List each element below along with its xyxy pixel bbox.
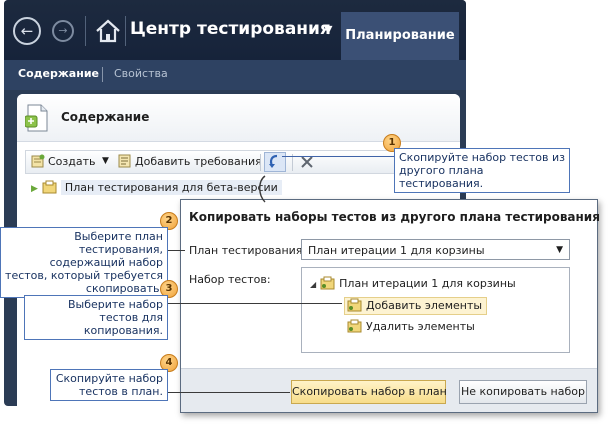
test-suites-tree[interactable]: ◢ План итерации 1 для корзины Добавить э… [301, 267, 570, 353]
app-title[interactable]: Центр тестирования [130, 19, 331, 39]
subtab-properties[interactable]: Свойства [114, 67, 168, 80]
new-item-icon [31, 154, 45, 168]
chevron-down-icon[interactable]: ▼ [324, 23, 332, 36]
test-plan-label: План тестирования: [189, 244, 307, 257]
callout-leader [282, 156, 394, 157]
suite-tree-root-label: План итерации 1 для корзины [339, 277, 516, 290]
copy-suites-dialog: Копировать наборы тестов из другого план… [180, 199, 600, 413]
callout-leader [168, 303, 342, 304]
create-label: Создать [48, 155, 96, 168]
test-plan-label: План тестирования для бета-версии [60, 180, 282, 195]
cancel-copy-button[interactable]: Не копировать набор [459, 380, 587, 404]
suite-item-label: Добавить элементы [366, 299, 483, 312]
dialog-title: Копировать наборы тестов из другого план… [189, 210, 600, 224]
document-icon [25, 104, 48, 132]
create-dropdown-arrow-icon[interactable]: ▼ [102, 156, 109, 174]
test-plan-select-value: План итерации 1 для корзины [308, 244, 485, 257]
test-plan-select[interactable]: План итерации 1 для корзины ▼ [301, 239, 570, 260]
copy-suite-to-plan-button[interactable]: Скопировать набор в план [291, 380, 447, 404]
test-suite-icon [347, 298, 362, 312]
callout-leader [168, 392, 290, 393]
test-plan-tree-item[interactable]: ▶ План тестирования для бета-версии [31, 180, 282, 198]
title-separator [125, 16, 126, 46]
callout-bracket [259, 175, 266, 203]
forward-button[interactable]: → [52, 20, 74, 42]
dialog-footer: Скопировать набор в план Не копировать н… [181, 368, 597, 412]
suite-item-remove-elements[interactable]: Удалить элементы [344, 319, 475, 337]
add-requirements-button[interactable]: Добавить требования [118, 154, 262, 172]
callout-leader [168, 250, 185, 251]
home-icon[interactable] [94, 18, 122, 44]
add-requirements-label: Добавить требования [135, 155, 262, 168]
chevron-down-icon[interactable]: ▼ [556, 245, 563, 255]
callout-2-text: Выберите план тестирования, содержащий н… [0, 227, 168, 298]
content-toolbar: Создать ▼ Добавить требования [25, 150, 453, 174]
collapse-arrow-icon[interactable]: ◢ [310, 280, 316, 289]
toolbar-separator [260, 154, 261, 171]
test-suites-label: Набор тестов: [189, 273, 271, 286]
create-button[interactable]: Создать [31, 154, 96, 172]
nav-separator [85, 16, 86, 46]
copy-suite-button[interactable] [264, 152, 286, 172]
forward-arrow-icon: → [58, 24, 68, 37]
tab-planning[interactable]: Планирование [341, 12, 459, 60]
subtab-separator [102, 67, 103, 82]
sub-navigation: Содержание Свойства [4, 60, 466, 90]
back-button[interactable]: ← [13, 17, 41, 45]
callout-1-text: Скопируйте набор тестов из другого плана… [394, 148, 570, 193]
panel-title: Содержание [61, 110, 150, 124]
back-arrow-icon: ← [20, 22, 34, 40]
requirements-icon [118, 154, 131, 168]
suite-item-label: Удалить элементы [366, 320, 475, 333]
callout-4-text: Скопируйте набор тестов в план. [50, 369, 168, 401]
test-suite-icon [320, 276, 335, 290]
test-suite-icon [347, 319, 362, 333]
title-bar: ← → Центр тестирования ▼ Планирование [4, 0, 466, 60]
suite-item-add-elements[interactable]: Добавить элементы [344, 297, 488, 315]
expand-arrow-icon[interactable]: ▶ [31, 184, 38, 194]
subtab-content[interactable]: Содержание [18, 67, 99, 80]
test-suite-icon [42, 180, 57, 194]
suite-tree-root[interactable]: ◢ План итерации 1 для корзины [310, 276, 516, 294]
callout-3-text: Выберите набор тестов для копирования. [24, 295, 168, 340]
